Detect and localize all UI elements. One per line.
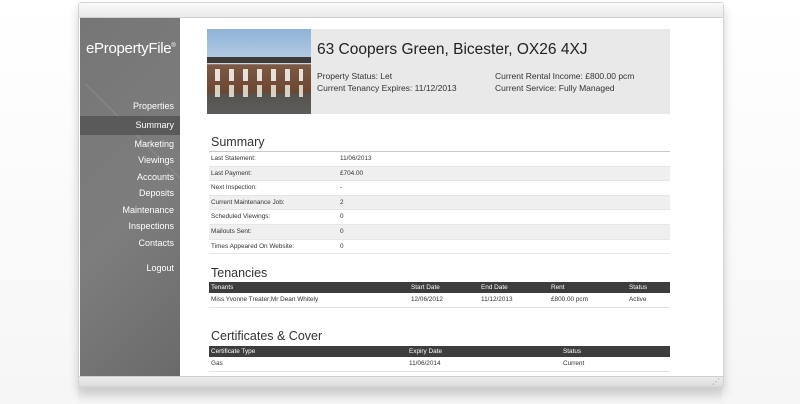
sidebar-item-marketing[interactable]: Marketing <box>80 136 176 153</box>
summary-value: - <box>340 184 343 192</box>
summary-value: 11/06/2013 <box>340 155 372 162</box>
table-row[interactable]: Miss Yvonne Treater;Mr Dean Whitely 12/0… <box>209 293 670 308</box>
status-cell: Active <box>629 296 647 303</box>
summary-label: Scheduled Viewings: <box>211 213 271 221</box>
start-date-cell: 12/06/2012 <box>411 296 443 303</box>
column-header: Start Date <box>411 284 440 291</box>
property-photo <box>207 29 311 114</box>
rental-income: Current Rental Income: £800.00 pcm <box>495 71 635 81</box>
sidebar-item-viewings[interactable]: Viewings <box>80 152 176 169</box>
sidebar: ePropertyFile® Properties Summary Market… <box>80 18 180 376</box>
certificates-heading: Certificates & Cover <box>211 329 323 343</box>
table-header: Certificate Type Expiry Date Status <box>209 346 670 357</box>
sidebar-item-summary[interactable]: Summary <box>80 115 180 135</box>
end-date-cell: 11/12/2013 <box>481 296 513 303</box>
logo-text: ePropertyFile <box>86 40 172 57</box>
property-address: 63 Coopers Green, Bicester, OX26 4XJ <box>317 41 588 58</box>
table-row[interactable]: Gas 11/06/2014 Current <box>209 357 670 372</box>
logo-registered-mark: ® <box>171 43 176 49</box>
app-window: ePropertyFile® Properties Summary Market… <box>78 2 724 388</box>
summary-label: Last Statement: <box>211 155 256 162</box>
column-header: Tenants <box>211 284 234 291</box>
summary-label: Times Appeared On Website: <box>211 242 295 250</box>
tenancies-table: Tenants Start Date End Date Rent Status … <box>209 282 670 308</box>
sidebar-nav: Properties Summary Marketing Viewings Ac… <box>80 98 180 277</box>
current-service: Current Service: Fully Managed <box>495 83 615 93</box>
sidebar-item-contacts[interactable]: Contacts <box>80 235 176 252</box>
sidebar-item-maintenance[interactable]: Maintenance <box>80 202 176 219</box>
summary-value: 0 <box>340 227 344 235</box>
sidebar-item-properties[interactable]: Properties <box>80 98 176 115</box>
summary-row: Mailouts Sent: 0 <box>209 224 670 240</box>
rent-cell: £800.00 pcm <box>551 296 588 303</box>
summary-label: Current Maintenance Job: <box>211 198 285 206</box>
summary-row: Last Payment: £704.00 <box>209 166 670 182</box>
summary-row: Last Statement: 11/06/2013 <box>209 152 670 167</box>
logout-link[interactable]: Logout <box>80 260 176 277</box>
summary-value: 2 <box>340 198 344 206</box>
sidebar-item-deposits[interactable]: Deposits <box>80 185 176 202</box>
summary-row: Current Maintenance Job: 2 <box>209 195 670 211</box>
app-logo: ePropertyFile® <box>86 40 176 57</box>
certificate-type-cell: Gas <box>211 360 223 367</box>
column-header: Expiry Date <box>409 348 443 355</box>
tenancy-expires: Current Tenancy Expires: 11/12/2013 <box>317 83 457 93</box>
tenancies-heading: Tenancies <box>211 266 268 280</box>
main-content: 63 Coopers Green, Bicester, OX26 4XJ Pro… <box>180 18 722 376</box>
column-header: Certificate Type <box>211 348 256 355</box>
expiry-date-cell: 11/06/2014 <box>409 360 441 367</box>
sidebar-item-accounts[interactable]: Accounts <box>80 169 176 186</box>
table-header: Tenants Start Date End Date Rent Status <box>209 282 670 293</box>
column-header: End Date <box>481 284 508 291</box>
tenants-cell: Miss Yvonne Treater;Mr Dean Whitely <box>211 296 319 303</box>
column-header: Status <box>629 284 648 291</box>
summary-label: Last Payment: <box>211 169 252 177</box>
summary-row: Times Appeared On Website: 0 <box>209 240 670 255</box>
summary-value: 0 <box>340 213 344 221</box>
column-header: Rent <box>551 284 565 291</box>
summary-value: £704.00 <box>340 169 364 177</box>
sidebar-item-inspections[interactable]: Inspections <box>80 218 176 235</box>
summary-value: 0 <box>340 242 344 250</box>
summary-heading: Summary <box>211 135 265 149</box>
resize-grip-icon[interactable]: ⋰ <box>712 378 720 386</box>
summary-row: Scheduled Viewings: 0 <box>209 210 670 225</box>
summary-label: Mailouts Sent: <box>211 227 252 235</box>
property-status: Property Status: Let <box>317 71 393 81</box>
window-reflection <box>78 386 722 404</box>
property-header: 63 Coopers Green, Bicester, OX26 4XJ Pro… <box>207 29 670 114</box>
summary-label: Next Inspection: <box>211 184 257 192</box>
status-cell: Current <box>563 360 585 367</box>
column-header: Status <box>563 348 582 355</box>
certificates-table: Certificate Type Expiry Date Status Gas … <box>209 346 670 372</box>
summary-table: Last Statement: 11/06/2013 Last Payment: £… <box>209 152 670 255</box>
window-top-bar <box>79 3 723 18</box>
summary-row: Next Inspection: - <box>209 181 670 196</box>
